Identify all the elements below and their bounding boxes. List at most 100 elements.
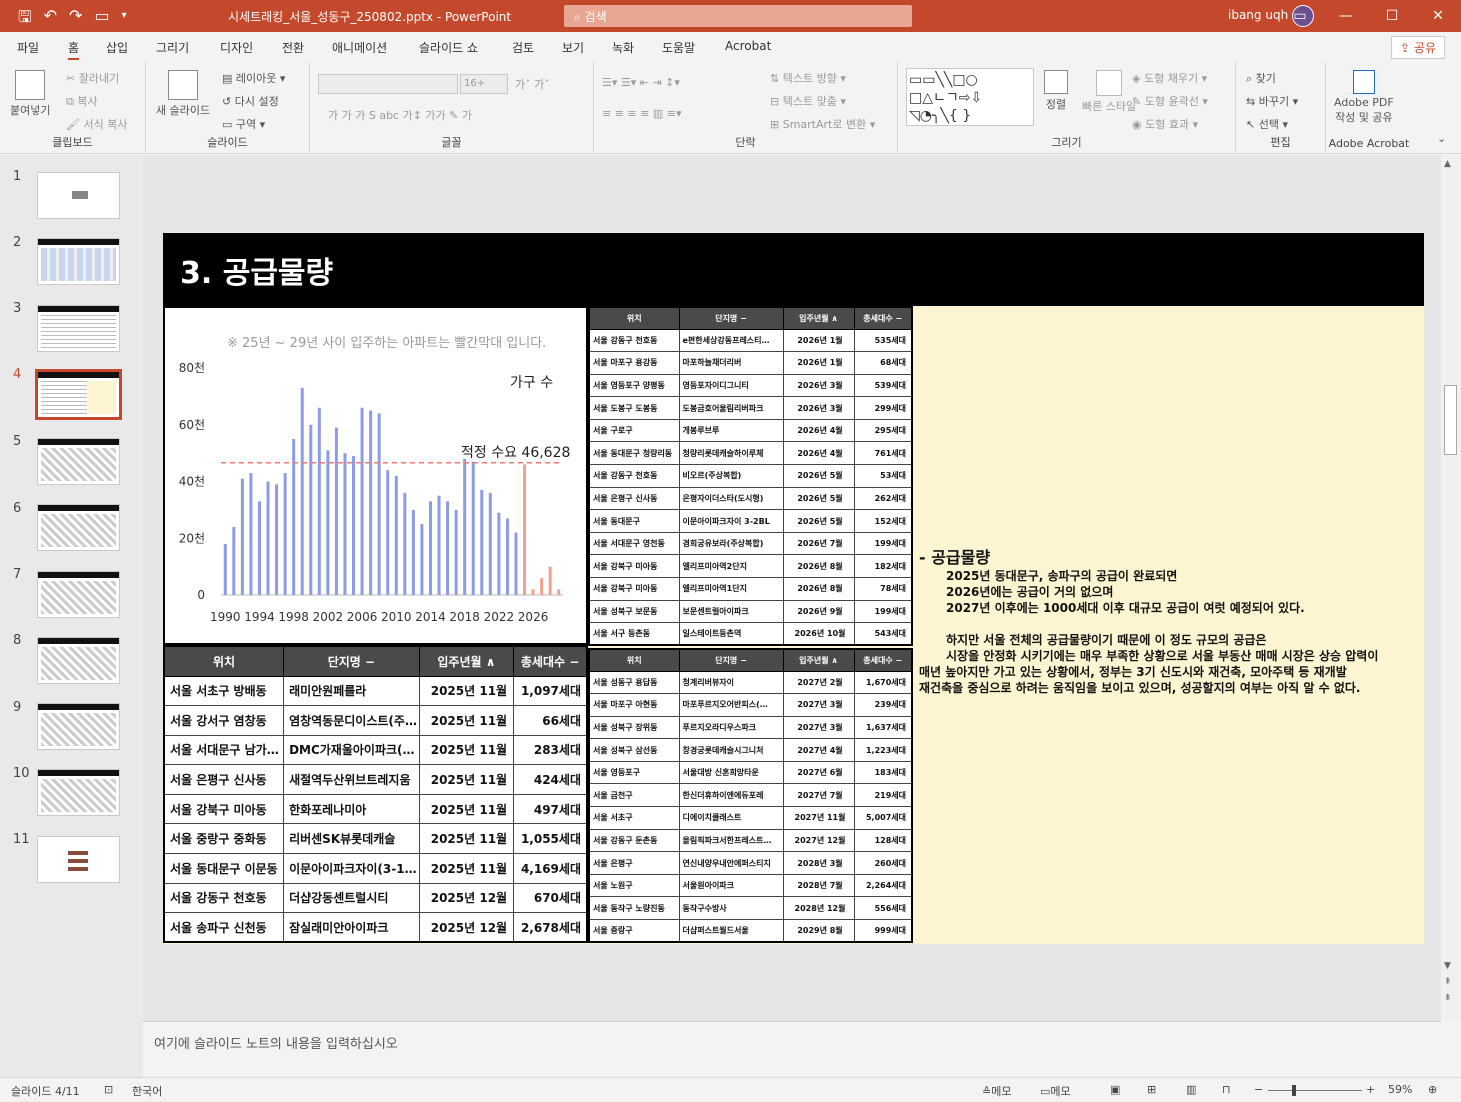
cell-complex[interactable]: 경희궁유보라(주상복합) [678,531,784,556]
cell-location[interactable]: 서울 중랑구 [588,919,680,943]
cell-households[interactable]: 295세대 [853,418,913,443]
table-row[interactable]: 서울 강북구 미아동 엘리프미아역2단지 2026년 8월 182세대 [588,554,913,579]
cell-move-in[interactable]: 2028년 12월 [782,896,855,921]
cell-move-in[interactable]: 2026년 3월 [782,373,855,398]
table-row[interactable]: 서울 송파구 신천동 잠실래미안아이파크 2025년 12월 2,678세대 [163,912,588,943]
table-row[interactable]: 서울 동대문구 청량리동 청량리롯데캐슬하이루체 2026년 4월 761세대 [588,441,913,466]
cell-location[interactable]: 서울 은평구 [588,851,680,875]
cell-move-in[interactable]: 2026년 9월 [782,599,855,624]
cell-move-in[interactable]: 2025년 11월 [418,705,515,736]
table-row[interactable]: 서울 성동구 용답동 청계리버뷰자이 2027년 2월 1,670세대 [588,670,913,695]
cell-complex[interactable]: 서울원아이파크 [678,873,784,898]
table-row[interactable]: 서울 강동구 천호동 더샵강동센트럴시티 2025년 12월 670세대 [163,882,588,914]
cell-location[interactable]: 서울 동대문구 청량리동 [588,441,680,466]
cell-location[interactable]: 서울 영등포구 [588,760,680,785]
cell-households[interactable]: 66세대 [513,705,588,736]
bullets-icon[interactable]: ☰▾ ☰▾ ⇤ ⇥ ↕▾ [602,76,680,89]
slide-thumbnail-7[interactable] [37,571,120,618]
zoom-level[interactable]: 59% [1388,1083,1412,1096]
cell-complex[interactable]: 한화포레나미아 [283,793,420,825]
cell-move-in[interactable]: 2026년 8월 [782,554,855,579]
cell-move-in[interactable]: 2027년 12월 [782,828,855,853]
cell-move-in[interactable]: 2027년 6월 [782,760,855,785]
scroll-thumb[interactable] [1444,385,1457,455]
ribbon-display-icon[interactable]: ▭ [1277,0,1323,32]
tab-home[interactable]: 홈 [68,39,80,60]
cell-move-in[interactable]: 2025년 12월 [418,882,515,914]
cell-move-in[interactable]: 2026년 4월 [782,441,855,466]
cell-location[interactable]: 서울 강북구 미아동 [588,577,680,601]
cell-households[interactable]: 556세대 [853,896,913,921]
sort-ascending-icon[interactable]: ∧ [831,314,838,323]
paste-button[interactable]: 붙여넣기 [10,70,50,118]
close-icon[interactable]: ✕ [1415,0,1461,32]
col-header-location[interactable]: 위치 [588,648,680,672]
table-row[interactable]: 서울 마포구 아현동 마포푸르지오어반피스(… 2027년 3월 239세대 [588,693,913,717]
table-row[interactable]: 서울 금천구 한신더휴하이엔에듀포레 2027년 7월 219세대 [588,783,913,808]
tab-design[interactable]: 디자인 [220,39,253,56]
cell-move-in[interactable]: 2026년 5월 [782,486,855,511]
cell-households[interactable]: 182세대 [853,554,913,579]
cell-households[interactable]: 1,097세대 [513,675,588,707]
shape-outline-button[interactable]: ✎ 도형 윤곽선 ▾ [1132,93,1208,109]
zoom-in-icon[interactable]: + [1366,1083,1375,1096]
cell-move-in[interactable]: 2027년 4월 [782,738,855,762]
tab-help[interactable]: 도움말 [662,39,695,56]
cell-complex[interactable]: 마포하늘채더리버 [678,351,784,375]
col-header-households[interactable]: 총세대수 − [853,306,913,330]
cell-households[interactable]: 999세대 [853,919,913,943]
cell-move-in[interactable]: 2026년 3월 [782,396,855,420]
cell-move-in[interactable]: 2025년 12월 [418,912,515,943]
cell-complex[interactable]: 잠실래미안아이파크 [283,912,420,943]
cell-complex[interactable]: 새절역두산위브트레지움 [283,764,420,795]
cell-location[interactable]: 서울 동작구 노량진동 [588,896,680,921]
cell-location[interactable]: 서울 서대문구 영천동 [588,531,680,556]
table-row[interactable]: 서울 중랑구 더샵퍼스트월드서울 2029년 8월 999세대 [588,919,913,943]
cell-complex[interactable]: 디에이치클래스트 [678,806,784,830]
col-header-households[interactable]: 총세대수 − [853,648,913,672]
cell-complex[interactable]: 래미안원페를라 [283,675,420,707]
cell-complex[interactable]: 더샵강동센트럴시티 [283,882,420,914]
cell-move-in[interactable]: 2025년 11월 [418,823,515,855]
cell-location[interactable]: 서울 서대문구 남가좌동 [163,734,285,766]
cell-complex[interactable]: 개봉루브루 [678,418,784,443]
table-row[interactable]: 서울 강동구 둔촌동 올림픽파크서한프레스트… 2027년 12월 128세대 [588,828,913,853]
cell-households[interactable]: 262세대 [853,486,913,511]
cell-move-in[interactable]: 2025년 11월 [418,764,515,795]
cell-households[interactable]: 539세대 [853,373,913,398]
cell-move-in[interactable]: 2026년 5월 [782,509,855,533]
slide-thumbnail-11[interactable] [37,836,120,883]
cell-move-in[interactable]: 2027년 3월 [782,715,855,740]
cell-complex[interactable]: 이문아이파크자이 3-2BL [678,509,784,533]
cell-households[interactable]: 68세대 [853,351,913,375]
comments-button[interactable]: ▭메모 [1040,1083,1071,1099]
filter-icon[interactable]: − [740,656,747,665]
search-box[interactable]: ⌕ 검색 [564,5,912,27]
font-name-select[interactable] [318,74,458,94]
tab-acrobat[interactable]: Acrobat [725,39,771,53]
cell-move-in[interactable]: 2026년 5월 [782,464,855,488]
tab-record[interactable]: 녹화 [612,39,634,56]
cell-move-in[interactable]: 2028년 3월 [782,851,855,875]
cell-complex[interactable]: DMC가재울아이파크(주… [283,734,420,766]
table-row[interactable]: 서울 은평구 연신내양우내안에퍼스티지 2028년 3월 260세대 [588,851,913,875]
table-row[interactable]: 서울 중랑구 중화동 리버센SK뷰롯데캐슬 2025년 11월 1,055세대 [163,823,588,855]
undo-icon[interactable]: ↶ [44,6,57,33]
filter-icon[interactable]: − [740,314,747,323]
cell-move-in[interactable]: 2026년 8월 [782,577,855,601]
maximize-icon[interactable]: ☐ [1369,0,1415,32]
tab-slideshow[interactable]: 슬라이드 쇼 [419,39,478,56]
presentation-icon[interactable]: ▭ [94,6,109,33]
slide-thumbnail-6[interactable] [37,504,120,551]
cell-complex[interactable]: 비오르(주상복합) [678,464,784,488]
table-row[interactable]: 서울 동대문구 이문동 이문아이파크자이(3-1BL) 2025년 11월 4,169… [163,853,588,884]
table-row[interactable]: 서울 마포구 용강동 마포하늘채더리버 2026년 1월 68세대 [588,351,913,375]
col-header-location[interactable]: 위치 [163,645,285,677]
cell-households[interactable]: 543세대 [853,622,913,646]
cell-location[interactable]: 서울 서초구 방배동 [163,675,285,707]
redo-icon[interactable]: ↷ [69,6,82,33]
scroll-up-icon[interactable]: ▲ [1444,159,1451,169]
normal-view-icon[interactable]: ▣ [1110,1083,1120,1096]
cell-location[interactable]: 서울 도봉구 도봉동 [588,396,680,420]
cell-households[interactable]: 2,264세대 [853,873,913,898]
